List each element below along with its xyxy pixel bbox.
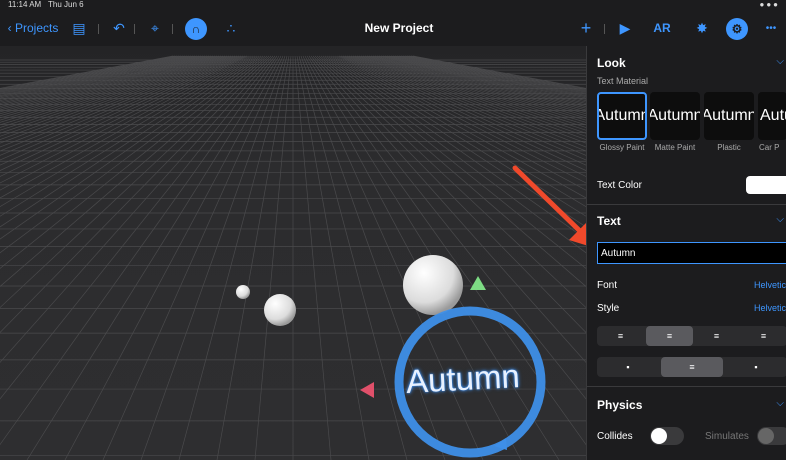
align-center-button[interactable]: ≡	[646, 326, 693, 346]
settings-icon[interactable]: ⚙	[726, 18, 748, 40]
style-label: Style	[597, 303, 620, 314]
toolbar-divider	[604, 24, 605, 34]
material-name: Car P	[759, 143, 780, 152]
text-color-label: Text Color	[597, 180, 643, 191]
more-icon[interactable]: •••	[760, 18, 782, 38]
material-matte-paint[interactable]: Autumn	[650, 92, 700, 140]
inspector-panel: Look ⌵ Text Material Autumn Glossy Paint…	[586, 46, 786, 460]
align-top-button[interactable]: ▪	[603, 357, 653, 377]
text-chevron-icon[interactable]: ⌵	[776, 214, 784, 225]
toggle-knob	[758, 428, 774, 444]
align-right-button[interactable]: ≡	[693, 326, 740, 346]
add-icon[interactable]: +	[578, 18, 594, 38]
align-left-button[interactable]: ≡	[597, 326, 644, 346]
material-name: Matte Paint	[654, 143, 696, 152]
section-divider	[587, 204, 786, 205]
collides-label: Collides	[597, 431, 633, 442]
material-preview: Autumn	[597, 107, 647, 124]
text-section-header[interactable]: Text	[597, 214, 621, 228]
material-preview: Autumn	[704, 107, 754, 124]
text-object[interactable]: Autumn	[405, 357, 521, 401]
status-bar: 11:14 AM Thu Jun 6 ●●●	[0, 0, 786, 10]
align-middle-button[interactable]: ≡	[661, 357, 723, 377]
scene-viewport[interactable]: Autumn	[0, 46, 586, 460]
text-alignment-control: ≡ ≡ ≡ ≡	[597, 326, 786, 346]
font-value[interactable]: Helvetic	[754, 280, 786, 290]
status-icons: ●●●	[759, 0, 780, 9]
align-justify-button[interactable]: ≡	[740, 326, 786, 346]
look-section-header[interactable]: Look	[597, 56, 626, 70]
physics-section-header[interactable]: Physics	[597, 398, 642, 412]
move-icon[interactable]: ✸	[692, 18, 712, 38]
small-sphere[interactable]	[236, 285, 250, 299]
material-name: Glossy Paint	[599, 143, 645, 152]
material-preview: Autu	[760, 107, 786, 124]
status-date: Thu Jun 6	[48, 0, 84, 9]
material-glossy-paint[interactable]: Autumn	[597, 92, 647, 140]
scene-grid	[0, 46, 586, 460]
section-divider	[587, 386, 786, 387]
ar-button[interactable]: AR	[650, 18, 674, 38]
simulates-toggle[interactable]	[757, 427, 786, 445]
play-icon[interactable]: ▶	[617, 18, 633, 38]
text-color-swatch[interactable]	[746, 176, 786, 194]
text-content-input[interactable]: Autumn	[597, 242, 786, 264]
collides-toggle[interactable]	[650, 427, 684, 445]
text-material-label: Text Material	[597, 76, 649, 86]
status-time: 11:14 AM	[8, 0, 42, 9]
large-sphere[interactable]	[403, 255, 463, 315]
material-preview: Autumn	[650, 107, 700, 124]
font-label: Font	[597, 280, 618, 291]
material-car-paint[interactable]: Autu	[758, 92, 786, 140]
toggle-knob	[651, 428, 667, 444]
material-name: Plastic	[717, 143, 741, 152]
style-value[interactable]: Helvetic	[754, 303, 786, 313]
material-plastic[interactable]: Autumn	[704, 92, 754, 140]
vertical-alignment-control: ▪ ≡ ▪	[597, 357, 786, 377]
look-chevron-icon[interactable]: ⌵	[776, 56, 784, 67]
medium-sphere[interactable]	[264, 294, 296, 326]
physics-chevron-icon[interactable]: ⌵	[776, 398, 784, 409]
toolbar: ‹ Projects ▤ ↶ ⌖ ∩ ∴ New Project + ▶ AR …	[0, 10, 786, 46]
align-bottom-button[interactable]: ▪	[731, 357, 781, 377]
simulates-label: Simulates	[705, 431, 749, 442]
